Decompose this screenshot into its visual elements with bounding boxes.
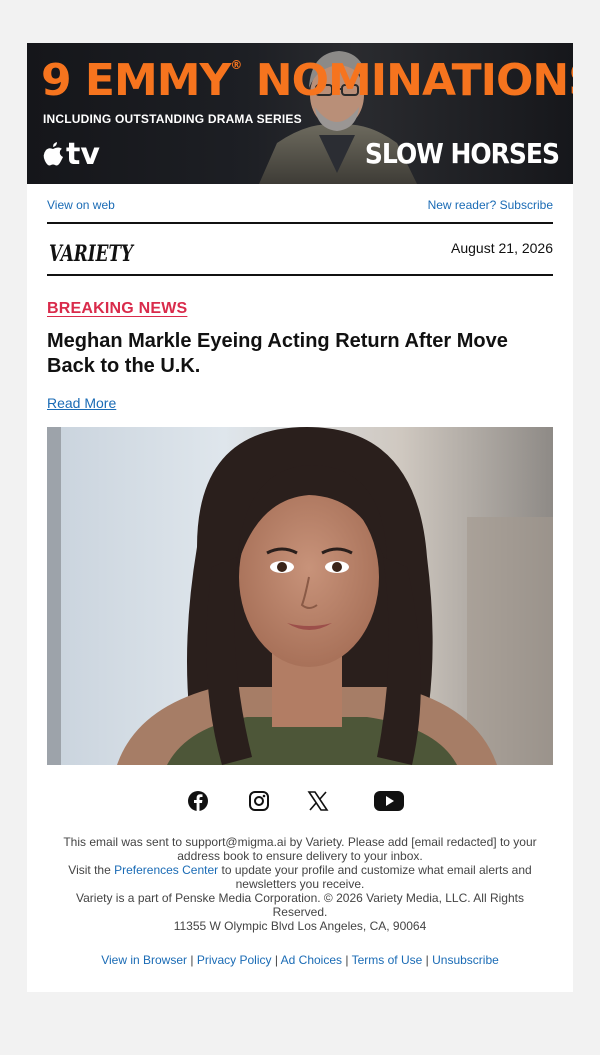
variety-logo[interactable]: VARIETY [47,239,137,267]
ad-subline: INCLUDING OUTSTANDING DRAMA SERIES [43,112,302,126]
article-photo[interactable] [47,427,553,765]
footer-preferences-text: to update your profile and customize wha… [221,863,532,891]
article-title[interactable]: Meghan Markle Eyeing Acting Return After… [47,329,553,379]
footer-preferences: Visit the Preferences Center to update y… [57,863,543,891]
facebook-icon[interactable] [187,788,209,814]
ad-choices-link[interactable]: Ad Choices [281,953,342,967]
top-links: View on web New reader? Subscribe [47,198,553,214]
ad-banner[interactable]: 9 EMMY® NOMINATIONS INCLUDING OUTSTANDIN… [27,43,573,184]
subscribe-link[interactable]: New reader? Subscribe [428,198,553,212]
variety-logo-text: VARIETY [49,241,135,267]
instagram-icon[interactable] [248,788,270,814]
view-on-web-link[interactable]: View on web [47,198,115,212]
apple-tv-logo: tv [42,137,100,172]
issue-date: August 21, 2026 [451,240,553,256]
registered-mark: ® [230,58,242,72]
apple-tv-text: tv [66,137,100,172]
unsubscribe-link[interactable]: Unsubscribe [432,953,499,967]
footer-copyright: Variety is a part of Penske Media Corpor… [76,891,524,919]
separator: | [190,953,194,967]
ad-headline-rest: NOMINATIONS [255,55,573,106]
footer-address: 11355 W Olympic Blvd Los Angeles, CA, 90… [173,919,427,933]
terms-of-use-link[interactable]: Terms of Use [352,953,423,967]
read-more-link[interactable]: Read More [47,395,116,411]
divider-top [47,222,553,224]
separator: | [345,953,349,967]
view-in-browser-link[interactable]: View in Browser [101,953,187,967]
footer-sent-to: This email was sent to support@migma.ai … [63,835,537,863]
ad-headline-number: 9 EMMY [41,55,231,106]
youtube-icon[interactable] [374,788,404,814]
divider-bottom [47,274,553,276]
show-title: SLOW HORSES [364,137,560,170]
privacy-policy-link[interactable]: Privacy Policy [197,953,272,967]
separator: | [425,953,429,967]
social-icons [27,788,573,814]
footer-links: View in Browser | Privacy Policy | Ad Ch… [27,953,573,967]
separator: | [274,953,278,967]
apple-icon [43,142,63,166]
footer-visit-text: Visit the [68,863,111,877]
footer-text: This email was sent to support@migma.ai … [57,835,543,933]
x-icon[interactable] [307,788,329,814]
email-card: 9 EMMY® NOMINATIONS INCLUDING OUTSTANDIN… [27,43,573,992]
ad-headline: 9 EMMY® NOMINATIONS [41,55,573,106]
preferences-center-link[interactable]: Preferences Center [114,863,218,877]
breaking-news-kicker[interactable]: BREAKING NEWS [47,300,187,318]
